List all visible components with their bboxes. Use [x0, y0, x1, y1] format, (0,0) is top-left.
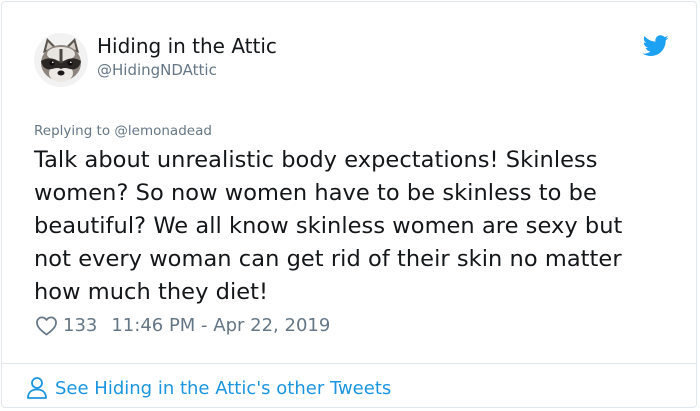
footer-divider: [2, 363, 696, 364]
tweet-text: Talk about unrealistic body expectations…: [34, 144, 674, 309]
see-other-tweets-link[interactable]: See Hiding in the Attic's other Tweets: [26, 375, 391, 401]
tweet-text-line: beautiful? We all know skinless women ar…: [34, 213, 623, 239]
tweet-timestamp[interactable]: 11:46 PM - Apr 22, 2019: [111, 315, 330, 336]
tweet-card: Hiding in the Attic @HidingNDAttic Reply…: [1, 1, 697, 408]
tweet-text-line: how much they diet!: [34, 279, 269, 305]
reply-context[interactable]: Replying to @lemonadead: [34, 121, 212, 141]
tweet-text-line: not every woman can get rid of their ski…: [34, 246, 622, 272]
like-count[interactable]: 133: [63, 315, 97, 336]
tweet-meta: 133 11:46 PM - Apr 22, 2019: [35, 313, 330, 337]
author-handle[interactable]: @HidingNDAttic: [97, 60, 217, 80]
person-icon: [27, 377, 47, 399]
author-name[interactable]: Hiding in the Attic: [97, 33, 277, 59]
tweet-text-line: women? So now women have to be skinless …: [34, 180, 597, 206]
see-other-tweets-label[interactable]: See Hiding in the Attic's other Tweets: [55, 378, 391, 399]
tweet-text-line: Talk about unrealistic body expectations…: [34, 147, 598, 173]
heart-outline-icon[interactable]: [35, 315, 58, 336]
twitter-bird-icon[interactable]: [643, 35, 669, 57]
author-avatar[interactable]: [34, 33, 88, 87]
raccoon-icon: [34, 33, 88, 87]
